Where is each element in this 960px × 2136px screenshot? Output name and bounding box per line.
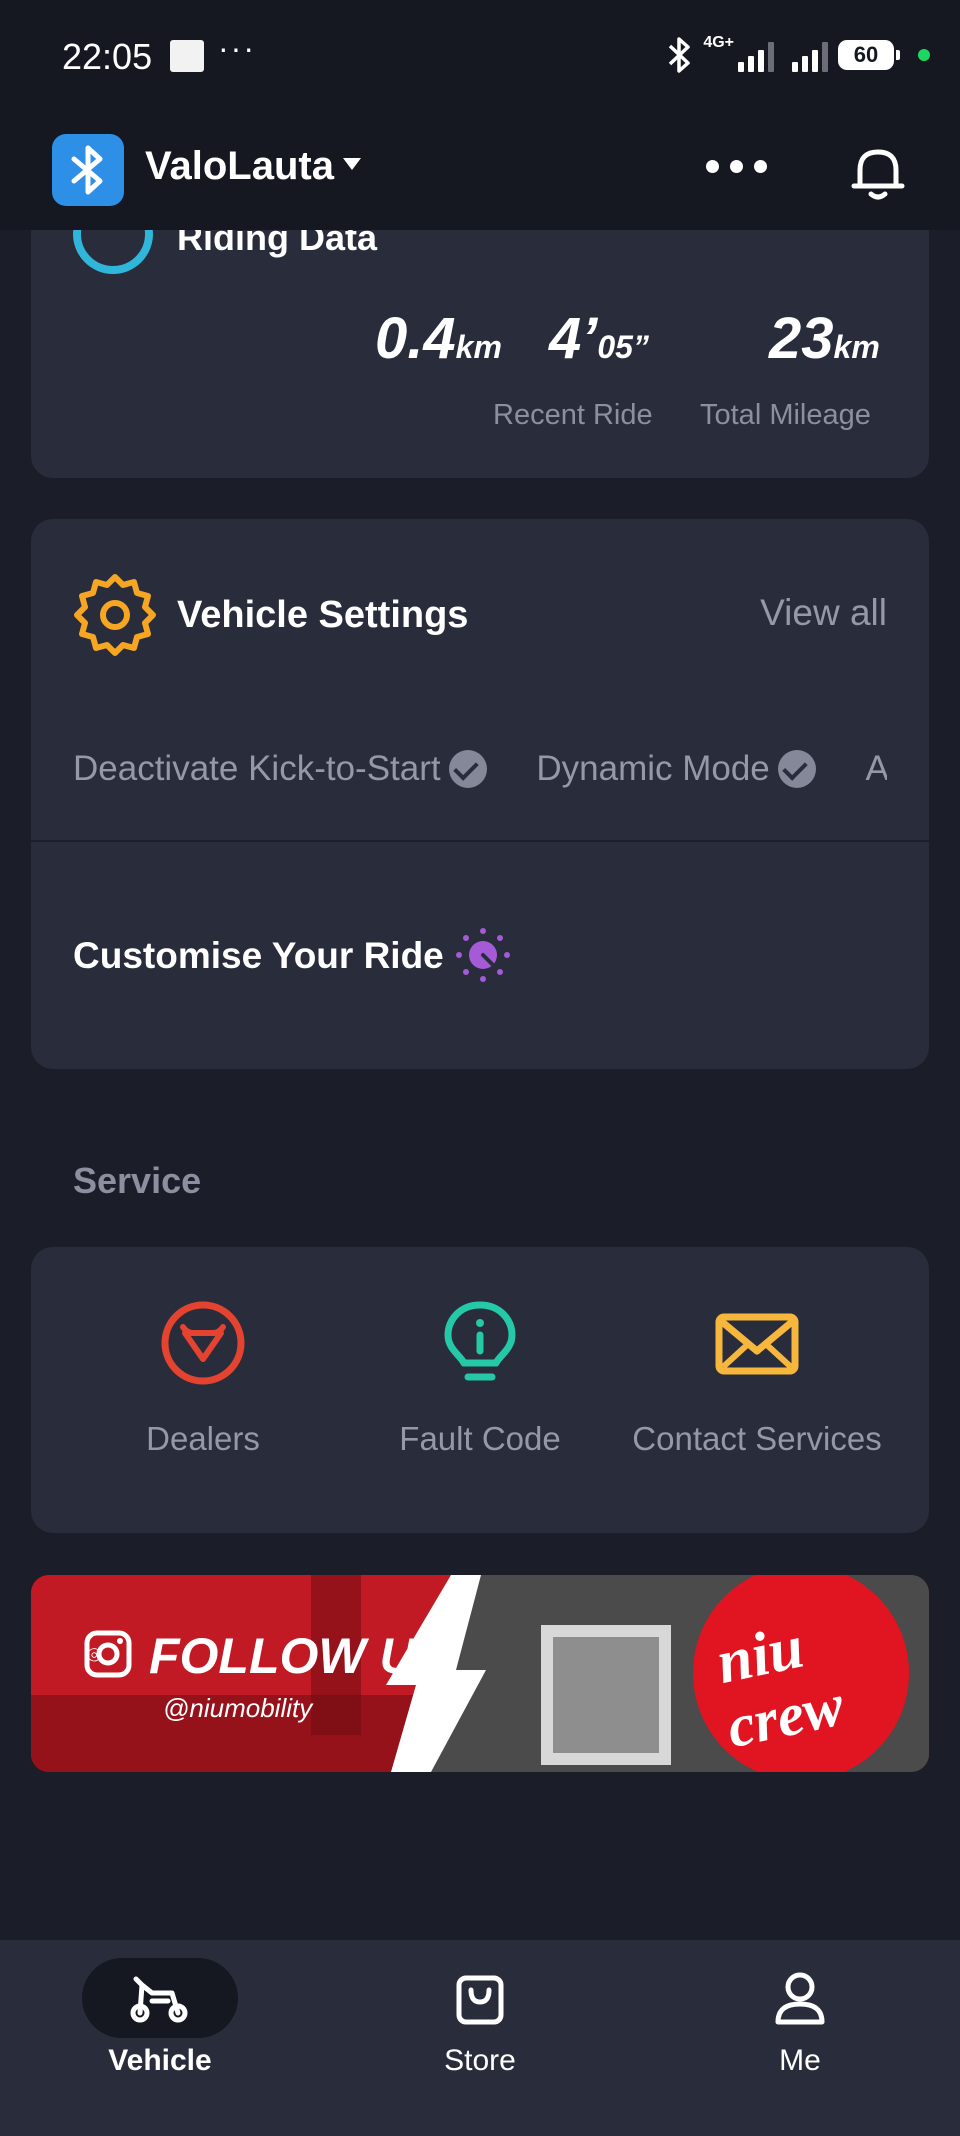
app-header: ValoLauta xyxy=(0,112,960,230)
recent-ride-label: Recent Ride xyxy=(493,399,653,431)
service-card: Dealers Fault Code Contact Services xyxy=(31,1247,929,1533)
chip-label: Auto xyxy=(865,749,887,788)
chip-label: Deactivate Kick-to-Start xyxy=(73,749,441,788)
bluetooth-connection-icon[interactable] xyxy=(52,134,124,206)
gear-icon xyxy=(74,574,156,656)
nav-label: Vehicle xyxy=(108,2044,212,2077)
nav-vehicle[interactable]: Vehicle xyxy=(60,1958,260,2078)
user-icon xyxy=(775,1972,825,2025)
chip-dynamic-mode[interactable]: Dynamic Mode xyxy=(536,749,816,789)
total-mileage-value: 23km xyxy=(769,306,880,371)
service-section-title: Service xyxy=(73,1160,202,1201)
more-options-button[interactable] xyxy=(706,160,767,173)
divider xyxy=(31,840,929,842)
bulb-icon xyxy=(444,1301,516,1381)
settings-chip-list[interactable]: Deactivate Kick-to-Start Dynamic Mode Au… xyxy=(73,749,887,809)
customise-dial-icon xyxy=(456,928,510,982)
nav-label: Store xyxy=(444,2044,516,2077)
nav-me[interactable]: Me xyxy=(700,1958,900,2078)
bottom-navigation: Vehicle Store Me xyxy=(0,1940,960,2136)
dealer-icon xyxy=(161,1301,245,1385)
vehicle-settings-title: Vehicle Settings xyxy=(177,594,469,636)
total-mileage-label: Total Mileage xyxy=(700,399,871,431)
device-selector[interactable]: ValoLauta xyxy=(145,144,334,189)
customise-your-ride[interactable]: Customise Your Ride xyxy=(73,935,444,977)
service-contact[interactable]: Contact Services xyxy=(627,1297,887,1458)
banner-handle: @niumobility xyxy=(163,1693,314,1723)
nav-store[interactable]: Store xyxy=(380,1958,580,2078)
view-all-link[interactable]: View all xyxy=(760,592,887,634)
follow-us-banner[interactable]: ⌾ FOLLOW US @niumobility niu crew xyxy=(31,1575,929,1772)
check-icon xyxy=(777,750,816,788)
recent-duration: 4’05” xyxy=(549,306,649,371)
chip-kick-to-start[interactable]: Deactivate Kick-to-Start xyxy=(73,749,487,789)
recent-distance: 0.4km xyxy=(375,306,502,371)
service-label: Fault Code xyxy=(399,1420,561,1457)
service-dealers[interactable]: Dealers xyxy=(73,1297,333,1458)
scroll-content[interactable]: Riding Data 0.4km 4’05” Recent Ride 23km… xyxy=(0,0,960,2136)
vehicle-settings-card: Vehicle Settings View all Deactivate Kic… xyxy=(31,519,929,1069)
service-label: Dealers xyxy=(146,1420,260,1457)
chip-auto[interactable]: Auto xyxy=(866,749,887,789)
service-fault-code[interactable]: Fault Code xyxy=(350,1297,610,1458)
scooter-icon xyxy=(130,1976,188,2023)
chip-label: Dynamic Mode xyxy=(536,749,770,788)
service-label: Contact Services xyxy=(632,1420,882,1457)
chevron-down-icon[interactable] xyxy=(343,158,361,170)
shopping-bag-icon xyxy=(456,1975,504,2025)
bell-icon[interactable] xyxy=(850,142,906,202)
check-icon xyxy=(448,750,487,788)
mail-icon xyxy=(715,1313,799,1375)
banner-follow-text: FOLLOW US xyxy=(149,1628,449,1684)
nav-label: Me xyxy=(779,2044,821,2077)
